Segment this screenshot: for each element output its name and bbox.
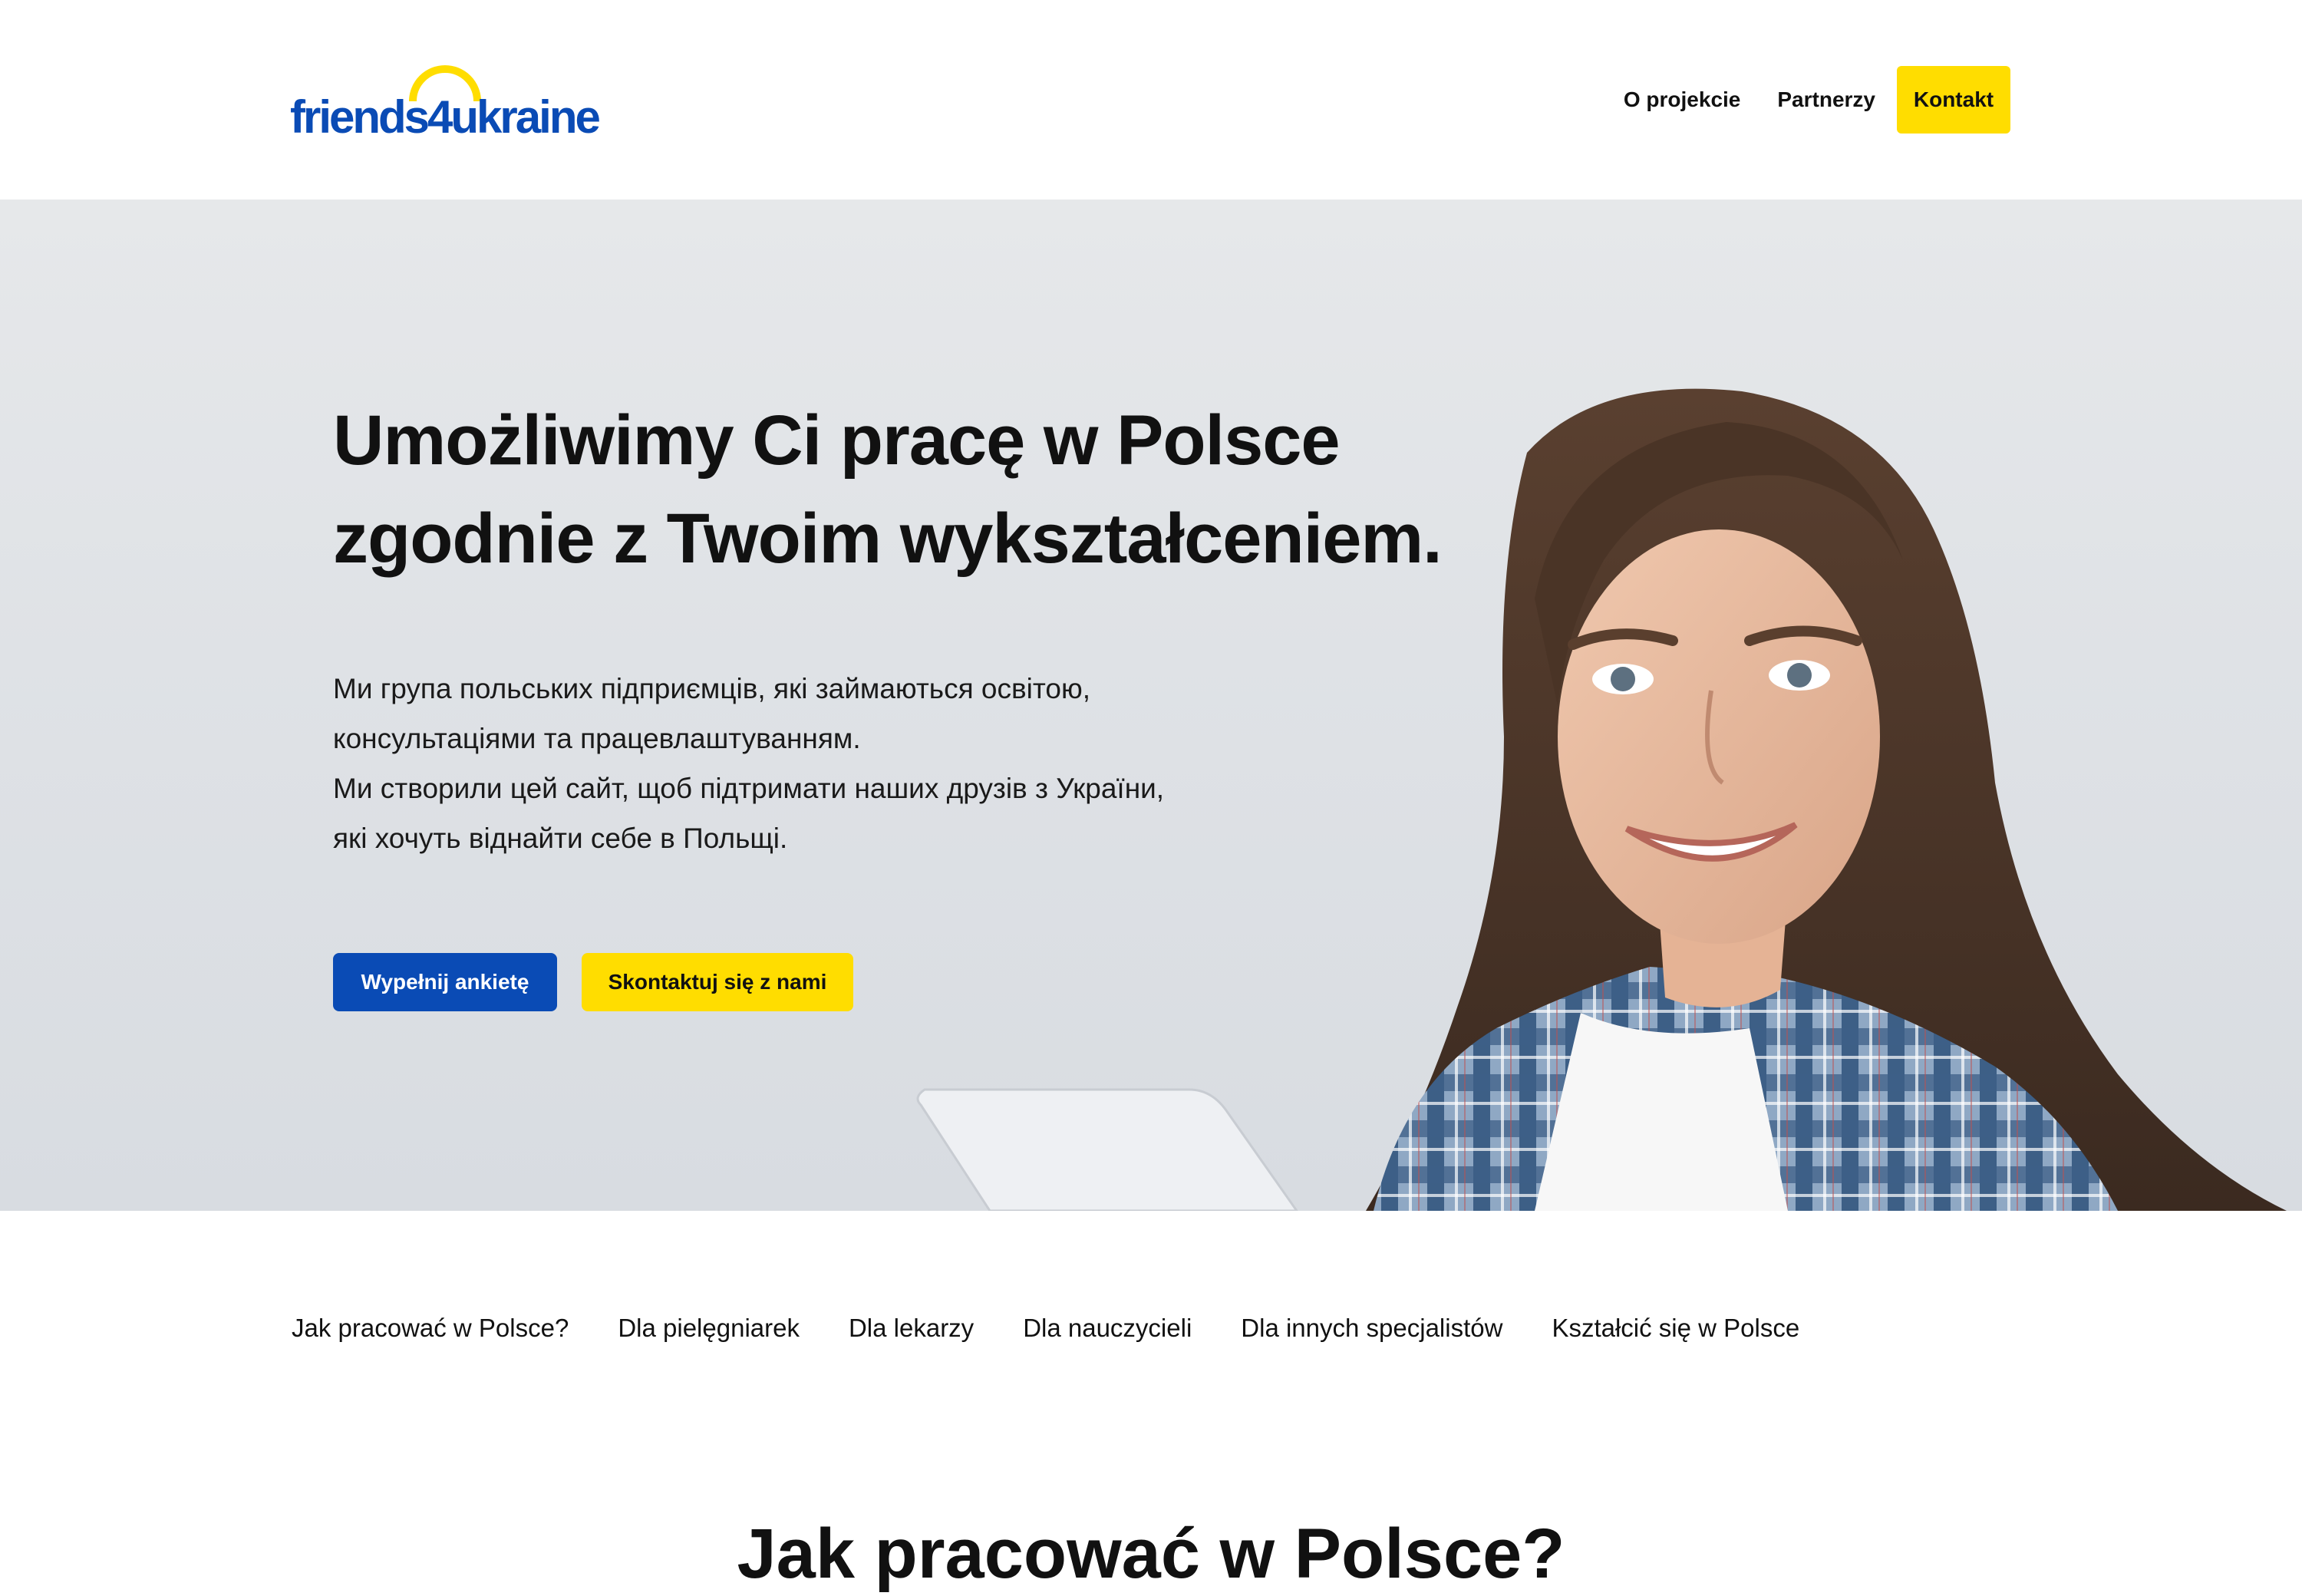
fill-survey-button[interactable]: Wypełnij ankietę	[333, 953, 557, 1011]
category-link-work-in-poland[interactable]: Jak pracować w Polsce?	[292, 1314, 569, 1343]
hero-description: Ми група польських підприємців, які займ…	[333, 664, 1331, 863]
site-header: friends4ukraine O projekcie Partnerzy Ko…	[0, 0, 2302, 200]
hero-description-line: Ми група польських підприємців, які займ…	[333, 673, 1090, 704]
category-link-nurses[interactable]: Dla pielęgniarek	[618, 1314, 800, 1343]
nav-contact-button[interactable]: Kontakt	[1897, 66, 2010, 134]
main-nav: O projekcie Partnerzy Kontakt	[1605, 66, 2010, 134]
category-link-teachers[interactable]: Dla nauczycieli	[1023, 1314, 1192, 1343]
category-link-doctors[interactable]: Dla lekarzy	[849, 1314, 974, 1343]
logo-text: friends4ukraine	[290, 91, 601, 143]
hero-title: Umożliwimy Ci pracę w Polsce zgodnie z T…	[333, 391, 1561, 588]
hero-title-line-2: zgodnie z Twoim wykształceniem.	[333, 500, 1443, 578]
hero-description-line: Ми створили цей сайт, щоб підтримати наш…	[333, 773, 1165, 804]
category-nav: Jak pracować w Polsce? Dla pielęgniarek …	[292, 1309, 1849, 1347]
hero-title-line-1: Umożliwimy Ci pracę w Polsce	[333, 401, 1341, 480]
contact-us-button[interactable]: Skontaktuj się z nami	[582, 953, 853, 1011]
hero-section: Umożliwimy Ci pracę w Polsce zgodnie z T…	[0, 200, 2302, 1211]
hero-description-line: консультаціями та працевлаштуванням.	[333, 723, 861, 754]
nav-about-link[interactable]: O projekcie	[1605, 87, 1759, 112]
nav-partners-link[interactable]: Partnerzy	[1759, 87, 1894, 112]
category-link-study-in-poland[interactable]: Kształcić się w Polsce	[1552, 1314, 1799, 1343]
category-link-other-specialists[interactable]: Dla innych specjalistów	[1241, 1314, 1502, 1343]
hero-description-line: які хочуть віднайти себе в Польщі.	[333, 823, 788, 854]
section-heading: Jak pracować w Polsce?	[737, 1515, 1565, 1593]
site-logo[interactable]: friends4ukraine	[290, 61, 601, 146]
